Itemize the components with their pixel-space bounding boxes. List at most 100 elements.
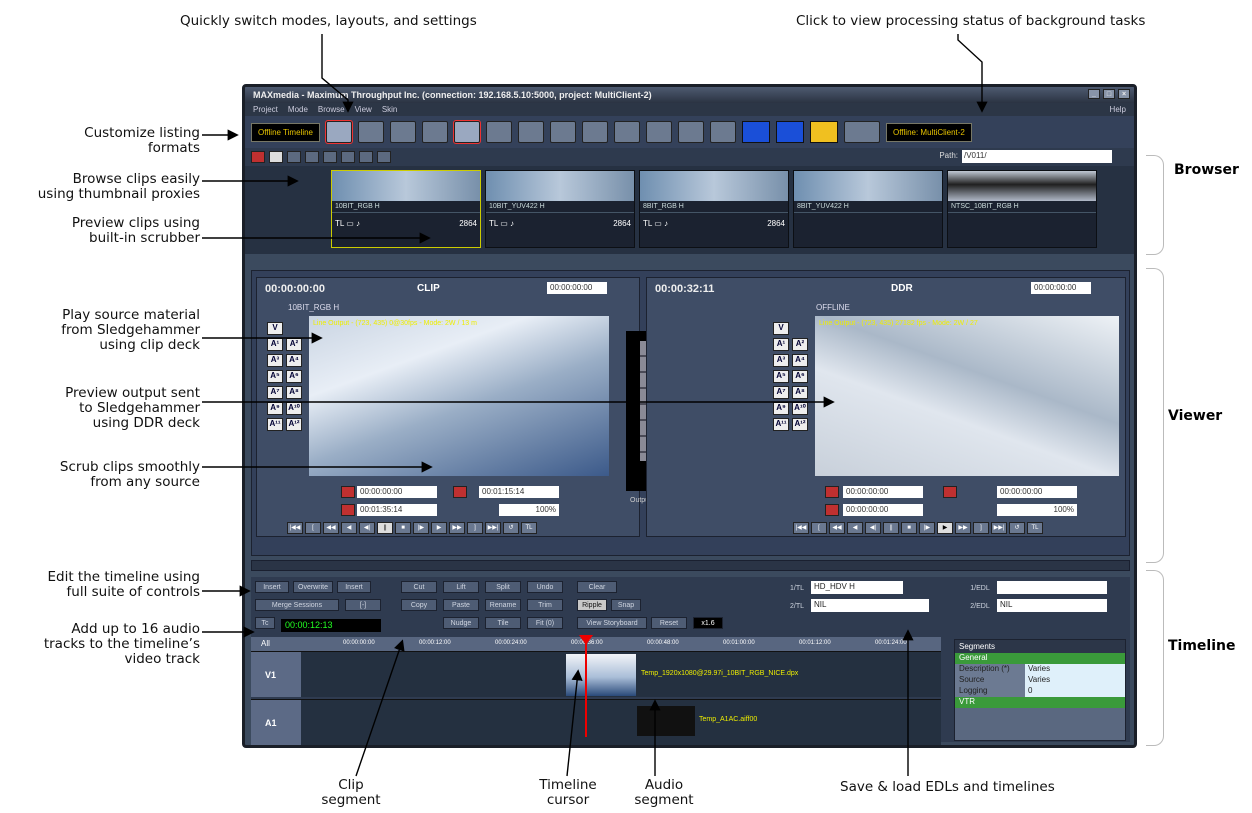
timeline-button[interactable]: View Storyboard <box>577 617 647 629</box>
edl-load-field[interactable]: NIL <box>997 599 1107 612</box>
play-button[interactable]: ▶ <box>937 522 953 534</box>
mode-button[interactable]: Offline Timeline <box>251 122 320 142</box>
browser-tool-1[interactable] <box>287 151 301 163</box>
thumbnail-scrubber[interactable]: TL ▭ ♪ 2864 <box>486 213 634 234</box>
track-header[interactable]: V1 <box>251 652 301 697</box>
ddr-zoom-field[interactable]: 100% <box>997 504 1077 516</box>
menu-mode[interactable]: Mode <box>288 105 308 114</box>
mark-button[interactable]: [ <box>305 522 321 534</box>
audio-button[interactable]: A⁷ <box>267 386 283 399</box>
layout-icon-6[interactable] <box>486 121 512 143</box>
viewer-scrollbar[interactable] <box>251 560 1130 571</box>
fast-forward-button[interactable]: ▶▶ <box>955 522 971 534</box>
layout-icon-1[interactable] <box>325 120 353 144</box>
audio-button[interactable]: A⁶ <box>286 370 302 383</box>
mark-button[interactable]: [ <box>811 522 827 534</box>
layout-icon-9[interactable] <box>582 121 608 143</box>
background-tasks-gear-icon[interactable] <box>844 121 880 143</box>
layout-icon-5[interactable] <box>453 120 481 144</box>
audio-button[interactable]: A¹⁰ <box>792 402 808 415</box>
clip-duration-field[interactable]: 00:01:35:14 <box>357 504 437 516</box>
audio-button[interactable]: A⁸ <box>286 386 302 399</box>
timeline-button[interactable]: Split <box>485 581 521 593</box>
thumbnail-card[interactable]: 8BIT_YUV422 H <box>793 170 943 248</box>
layout-icon-7[interactable] <box>518 121 544 143</box>
thumbnail-card[interactable]: 8BIT_RGB H TL ▭ ♪ 2864 <box>639 170 789 248</box>
audio-button[interactable]: A¹² <box>792 418 808 431</box>
ddr-in-field[interactable]: 00:00:00:00 <box>843 486 923 498</box>
timeline-button[interactable]: Reset <box>651 617 687 629</box>
video-track[interactable]: V1 Temp_1920x1080@29.97i_10BIT_RGB_NICE.… <box>251 651 941 697</box>
project-button[interactable]: Offline: MultiClient-2 <box>886 122 972 142</box>
menu-view[interactable]: View <box>355 105 372 114</box>
audio-button[interactable]: A³ <box>773 354 789 367</box>
thumbnail-scrubber[interactable]: TL ▭ ♪ 2864 <box>332 213 480 234</box>
browser-tool-4[interactable] <box>341 151 355 163</box>
ddr-goto-in-button[interactable] <box>825 504 839 516</box>
layout-icon-2[interactable] <box>358 121 384 143</box>
step-back-button[interactable]: ◀ <box>847 522 863 534</box>
audio-button[interactable]: V <box>773 322 789 335</box>
audio-button[interactable]: A¹² <box>286 418 302 431</box>
goto-in-button[interactable] <box>341 504 355 516</box>
tl-button[interactable]: TL <box>1027 522 1043 534</box>
clip-video-preview[interactable]: Line Output - (723, 435) 0@30fps - Mode:… <box>309 316 609 476</box>
go-start-button[interactable]: |◀◀ <box>287 522 303 534</box>
layout-icon-10[interactable] <box>614 121 640 143</box>
mark-out-transport-button[interactable]: ] <box>973 522 989 534</box>
audio-button[interactable]: A² <box>286 338 302 351</box>
audio-button[interactable]: A² <box>792 338 808 351</box>
audio-button[interactable]: A⁶ <box>792 370 808 383</box>
audio-button[interactable]: A⁵ <box>773 370 789 383</box>
audio-button[interactable]: A⁹ <box>773 402 789 415</box>
audio-track[interactable]: A1 Temp_A1AC.aiff00 <box>251 699 941 745</box>
settings-icon[interactable] <box>678 121 704 143</box>
browser-tool-2[interactable] <box>305 151 319 163</box>
menu-help[interactable]: Help <box>1110 105 1126 114</box>
timeline-button[interactable]: Insert <box>337 581 371 593</box>
thumbnail-card[interactable]: 10BIT_YUV422 H TL ▭ ♪ 2864 <box>485 170 635 248</box>
timeline-tc-toggle[interactable]: Tc <box>255 617 275 629</box>
timeline-button[interactable]: Fit (0) <box>527 617 563 629</box>
audio-button[interactable]: A⁸ <box>792 386 808 399</box>
mark-out-button[interactable] <box>453 486 467 498</box>
timeline-button[interactable]: Cut <box>401 581 437 593</box>
loop-button[interactable]: ↺ <box>1009 522 1025 534</box>
timeline-button[interactable]: Copy <box>401 599 437 611</box>
timeline-button[interactable]: Nudge <box>443 617 479 629</box>
rewind-button[interactable]: ◀◀ <box>829 522 845 534</box>
edl-load-select[interactable] <box>997 581 1107 594</box>
timeline-button[interactable]: Clear <box>577 581 617 593</box>
loop-button[interactable]: ↺ <box>503 522 519 534</box>
timeline-button[interactable]: Undo <box>527 581 563 593</box>
segments-group[interactable]: General <box>955 653 1125 664</box>
timeline-timecode[interactable]: 00:00:12:13 <box>281 619 381 632</box>
list-format-icon[interactable] <box>269 151 283 163</box>
edl-select[interactable]: HD_HDV H <box>811 581 903 594</box>
refresh-icon[interactable] <box>377 151 391 163</box>
tl-button[interactable]: TL <box>521 522 537 534</box>
ddr-video-preview[interactable]: Line Output - (723, 435) 27182 fps - Mod… <box>815 316 1119 476</box>
audio-button[interactable]: A⁴ <box>286 354 302 367</box>
timeline-cursor[interactable] <box>585 637 587 737</box>
layout-icon-3[interactable] <box>390 121 416 143</box>
thumbnail-card[interactable]: 10BIT_RGB H TL ▭ ♪ 2864 <box>331 170 481 248</box>
timeline-button[interactable]: Trim <box>527 599 563 611</box>
pause-button[interactable]: || <box>883 522 899 534</box>
audio-button[interactable]: A³ <box>267 354 283 367</box>
thumbnail-card[interactable]: NTSC_10BIT_RGB H <box>947 170 1097 248</box>
clip-out-field[interactable]: 00:01:15:14 <box>479 486 559 498</box>
menu-browse[interactable]: Browse <box>318 105 345 114</box>
maximize-button[interactable]: □ <box>1103 89 1115 99</box>
layout-icon-8[interactable] <box>550 121 576 143</box>
timeline-button[interactable]: [-] <box>345 599 381 611</box>
ddr-mark-in-button[interactable] <box>825 486 839 498</box>
step-back-button[interactable]: ◀ <box>341 522 357 534</box>
audio-button[interactable]: A¹⁰ <box>286 402 302 415</box>
network-icon[interactable] <box>710 121 736 143</box>
timeline-button[interactable]: Rename <box>485 599 521 611</box>
stop-button[interactable]: ■ <box>901 522 917 534</box>
menu-project[interactable]: Project <box>253 105 278 114</box>
clip-in-field[interactable]: 00:00:00:00 <box>357 486 437 498</box>
audio-button[interactable]: A¹¹ <box>773 418 789 431</box>
